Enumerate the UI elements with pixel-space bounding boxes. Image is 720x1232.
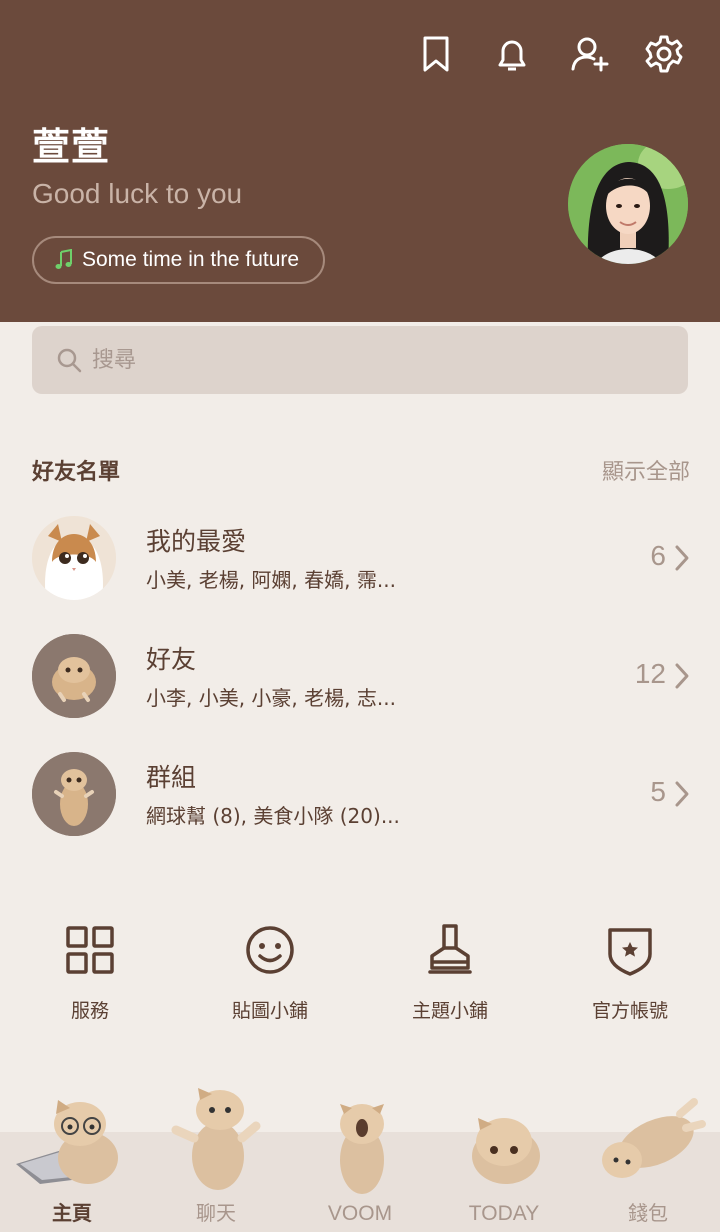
add-friend-icon[interactable] xyxy=(568,32,612,76)
group-title: 群組 xyxy=(146,763,197,792)
profile-avatar[interactable] xyxy=(568,144,688,264)
profile-header: 萱萱 Good luck to you Some time in the fut… xyxy=(0,0,720,322)
shortcut-label: 主題小鋪 xyxy=(411,1000,488,1022)
wallet-cat-icon xyxy=(602,1098,706,1178)
shortcut-theme-shop[interactable]: 主題小鋪 xyxy=(360,922,540,1032)
voom-cat-icon xyxy=(340,1104,384,1194)
shortcut-official-accounts[interactable]: 官方帳號 xyxy=(540,922,720,1032)
search-icon xyxy=(57,348,82,373)
bookmark-icon[interactable] xyxy=(414,32,458,76)
friend-group-row-groups[interactable]: 群組 網球幫 (8), 美食小隊 (20)... 5 xyxy=(0,744,720,844)
group-members-preview: 小李, 小美, 小豪, 老楊, 志... xyxy=(146,686,396,710)
nav-tab-label: 主頁 xyxy=(52,1201,92,1225)
chevron-right-icon xyxy=(675,545,689,571)
favorites-thumbnail xyxy=(32,516,116,600)
nav-tab-chats[interactable]: 聊天 xyxy=(144,1080,288,1232)
profile-status-message[interactable]: Good luck to you xyxy=(32,178,242,210)
nav-tab-label: 錢包 xyxy=(628,1201,668,1225)
shortcut-label: 服務 xyxy=(70,1000,109,1022)
bell-icon[interactable] xyxy=(490,32,534,76)
music-note-icon xyxy=(55,249,72,269)
show-all-link[interactable]: 顯示全部 xyxy=(602,454,690,486)
nav-tab-voom[interactable]: VOOM xyxy=(288,1080,432,1232)
group-count: 12 xyxy=(634,658,666,689)
shortcut-sticker-shop[interactable]: 貼圖小鋪 xyxy=(180,922,360,1032)
group-count: 5 xyxy=(650,776,666,807)
home-cat-icon xyxy=(16,1100,118,1184)
shortcut-label: 貼圖小鋪 xyxy=(231,1000,308,1022)
group-members-preview: 小美, 老楊, 阿嫻, 春嬌, 霈... xyxy=(146,568,396,592)
search-bar[interactable] xyxy=(32,326,688,394)
shield-star-icon xyxy=(608,928,652,976)
friend-group-row-favorites[interactable]: 我的最愛 小美, 老楊, 阿嫻, 春嬌, 霈... 6 xyxy=(0,508,720,608)
profile-name[interactable]: 萱萱 xyxy=(32,116,110,171)
chevron-right-icon xyxy=(675,663,689,689)
group-title: 我的最愛 xyxy=(146,527,247,556)
profile-music-label: Some time in the future xyxy=(82,248,300,271)
smiley-icon xyxy=(246,926,294,974)
nav-tab-label: VOOM xyxy=(327,1202,393,1225)
friends-thumbnail xyxy=(32,634,116,718)
grid-icon xyxy=(66,926,114,974)
search-input[interactable] xyxy=(92,347,652,373)
group-members-preview: 網球幫 (8), 美食小隊 (20)... xyxy=(146,804,400,828)
group-title: 好友 xyxy=(146,645,197,674)
group-count: 6 xyxy=(650,540,666,571)
nav-tab-label: TODAY xyxy=(468,1202,540,1225)
nav-tab-label: 聊天 xyxy=(196,1201,236,1225)
shortcut-services[interactable]: 服務 xyxy=(0,922,180,1032)
chevron-right-icon xyxy=(675,781,689,807)
groups-thumbnail xyxy=(32,752,116,836)
nav-tab-wallet[interactable]: 錢包 xyxy=(576,1080,720,1232)
friends-section-title: 好友名單 xyxy=(32,460,121,485)
nav-tab-today[interactable]: TODAY xyxy=(432,1080,576,1232)
profile-music-button[interactable]: Some time in the future xyxy=(32,236,326,284)
shortcut-label: 官方帳號 xyxy=(591,1000,668,1022)
gear-icon[interactable] xyxy=(642,32,686,76)
today-cat-icon xyxy=(472,1118,540,1184)
friend-group-row-friends[interactable]: 好友 小李, 小美, 小豪, 老楊, 志... 12 xyxy=(0,626,720,726)
chats-cat-icon xyxy=(171,1088,261,1190)
nav-tab-home[interactable]: 主頁 xyxy=(0,1080,144,1232)
brush-icon xyxy=(428,924,472,974)
